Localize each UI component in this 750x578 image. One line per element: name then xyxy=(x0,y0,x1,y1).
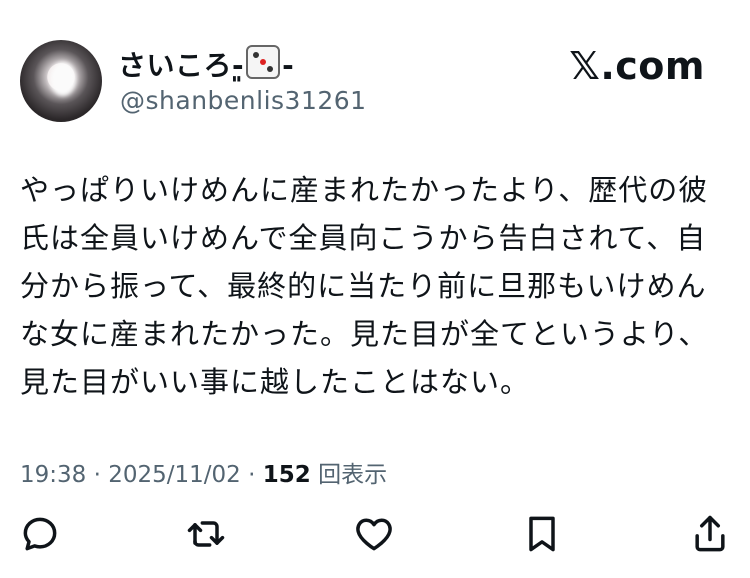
tweet-meta: 19:38 · 2025/11/02 · 152 回表示 xyxy=(20,455,387,489)
tweet-line: やっぱりいけめんに産まれたかったより、歴代の彼 xyxy=(20,173,709,207)
bookmark-icon xyxy=(529,516,555,552)
views-label: 回表示 xyxy=(318,462,388,488)
tweet-date[interactable]: 2025/11/02 xyxy=(108,462,241,488)
action-bar xyxy=(0,512,750,562)
retweet-button[interactable] xyxy=(184,512,228,556)
author-handle[interactable]: @shanbenlis31261 xyxy=(120,86,367,115)
avatar-face-blur xyxy=(50,62,76,96)
views-count: 152 xyxy=(262,462,311,488)
meta-separator: · xyxy=(248,462,256,488)
tweet-time[interactable]: 19:38 xyxy=(20,462,86,488)
author-name-suffix: - xyxy=(282,49,295,82)
tweet-line: な女に産まれたかった。見た目が全てというより、 xyxy=(20,317,709,351)
dice-emoji-icon xyxy=(246,45,281,79)
meta-separator: · xyxy=(93,462,101,488)
tweet-line: 氏は全員いけめんで全員向こうから告白されて、自 xyxy=(20,221,707,255)
reply-button[interactable] xyxy=(18,512,62,556)
retweet-icon xyxy=(187,521,225,547)
like-button[interactable] xyxy=(352,512,396,556)
tweet-line: 見た目がいい事に越したことはない。 xyxy=(20,365,531,399)
avatar[interactable] xyxy=(20,40,102,122)
x-com-logo: 𝕏.com xyxy=(569,44,705,88)
tweet-line: 分から振って、最終的に当たり前に旦那もいけめん xyxy=(20,269,707,303)
like-icon xyxy=(356,518,392,551)
share-button[interactable] xyxy=(688,512,732,556)
tweet-text: やっぱりいけめんに産まれたかったより、歴代の彼 氏は全員いけめんで全員向こうから… xyxy=(20,166,720,406)
share-icon xyxy=(695,515,725,552)
author-name-prefix: さいころ-͈ xyxy=(118,49,245,82)
reply-icon xyxy=(23,517,57,551)
bookmark-button[interactable] xyxy=(520,512,564,556)
author-name[interactable]: さいころ-͈ - xyxy=(118,44,294,84)
